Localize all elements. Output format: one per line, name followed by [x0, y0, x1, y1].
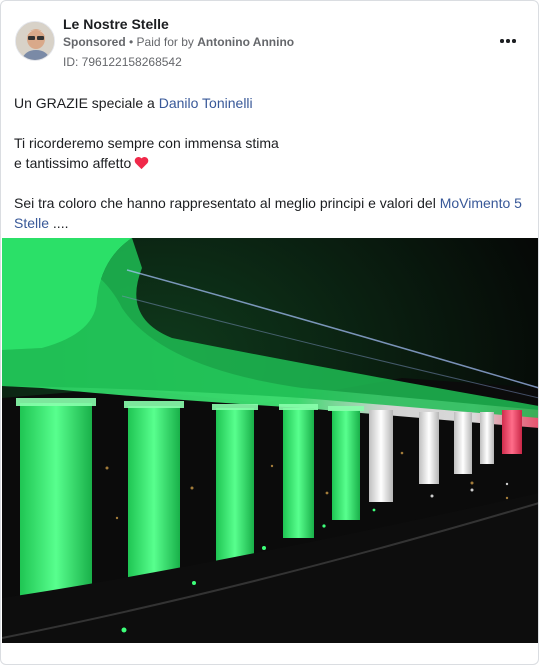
sponsored-post-card: Le Nostre Stelle Sponsored • Paid for by…: [0, 0, 539, 665]
hashtag-link-stelle[interactable]: Stelle: [14, 215, 49, 231]
post-message: Un GRAZIE speciale a Danilo Toninelli Ti…: [14, 93, 529, 233]
message-line-1: Un GRAZIE speciale a Danilo Toninelli: [14, 93, 529, 113]
more-dot: [512, 39, 516, 43]
illuminated-bridge-photo: [2, 238, 538, 643]
line-break: [14, 113, 529, 133]
message-text: Sei tra coloro che hanno rappresentato a…: [14, 195, 440, 211]
sponsored-label: Sponsored: [63, 35, 126, 49]
more-dot: [506, 39, 510, 43]
message-line-4: Sei tra coloro che hanno rappresentato a…: [14, 193, 529, 233]
sponsored-meta: Sponsored • Paid for by Antonino Annino: [63, 35, 294, 50]
message-line-2: Ti ricorderemo sempre con immensa stima: [14, 135, 279, 151]
red-heart-icon: [134, 156, 149, 170]
mention-link-toninelli[interactable]: Danilo Toninelli: [159, 95, 253, 111]
paid-for-prefix: Paid for by: [136, 35, 198, 49]
message-line-3: e tantissimo affetto: [14, 153, 529, 173]
page-name-link[interactable]: Le Nostre Stelle: [63, 16, 169, 33]
avatar-photo: [16, 22, 54, 60]
message-text: e tantissimo affetto: [14, 155, 132, 171]
separator-dot: •: [125, 35, 137, 49]
post-image[interactable]: [2, 238, 538, 643]
avatar[interactable]: [15, 21, 55, 61]
paid-for-name: Antonino Annino: [197, 35, 295, 49]
message-text: ....: [49, 215, 69, 231]
message-text: Un GRAZIE speciale a: [14, 95, 159, 111]
hashtag-link-movimento[interactable]: MoVimento 5: [440, 195, 522, 211]
ad-id: ID: 796122158268542: [63, 55, 182, 69]
more-horizontal-icon: [500, 39, 504, 43]
line-break: [14, 173, 529, 193]
more-options-button[interactable]: [496, 31, 520, 51]
